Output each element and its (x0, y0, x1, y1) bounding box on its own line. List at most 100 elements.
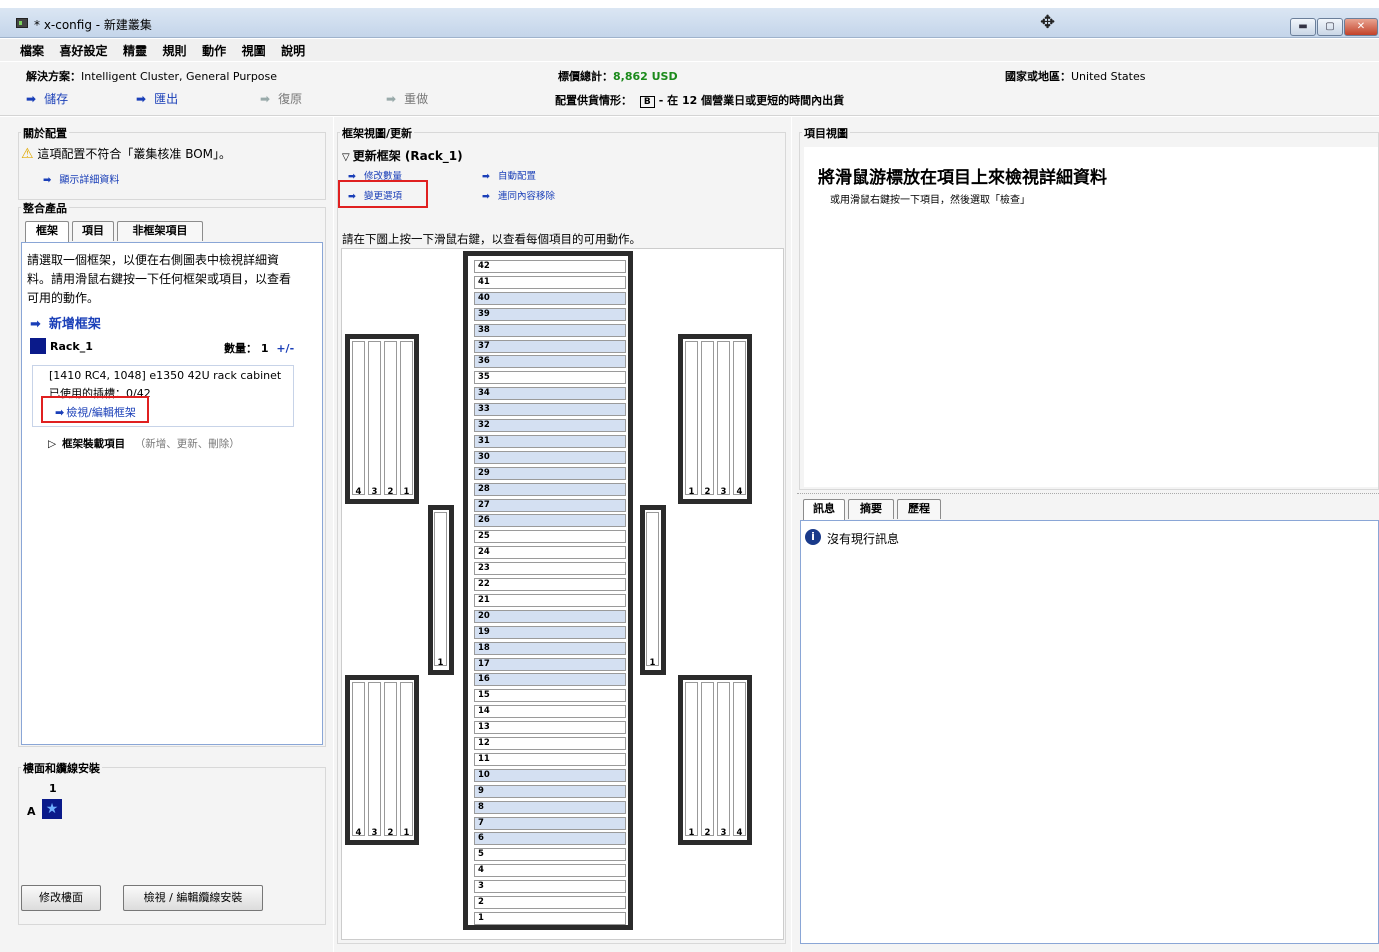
export-link[interactable]: ➡ 匯出 (136, 90, 178, 107)
pdu-label: 3 (720, 487, 727, 497)
rack-slot[interactable]: 8 (474, 800, 626, 814)
tab-non-rack-items[interactable]: 非框架項目 (117, 221, 203, 241)
rack-slot[interactable]: 20 (474, 609, 626, 623)
rack-quantity: 數量： 1 +/- (224, 340, 294, 356)
menu-wizard[interactable]: 精靈 (123, 42, 147, 59)
move-icon[interactable]: ✥ (1040, 12, 1055, 33)
rack-diagram[interactable]: 42 41 40 39 38 37 36 35 34 33 32 31 30 29 28 27 26 25 24 23… (341, 248, 784, 940)
side-pdu-left[interactable]: 1 (428, 505, 454, 675)
pdu-column (701, 682, 714, 836)
menu-help[interactable]: 說明 (281, 42, 305, 59)
rack-slot[interactable]: 32 (474, 419, 626, 432)
rack-slot[interactable]: 38 (474, 323, 626, 337)
menu-file[interactable]: 檔案 (20, 42, 44, 59)
menu-view[interactable]: 視圖 (242, 42, 266, 59)
maximize-button[interactable]: ▢ (1317, 18, 1343, 36)
menu-actions[interactable]: 動作 (202, 42, 226, 59)
pdu-column (733, 682, 746, 836)
rack-slot[interactable]: 30 (474, 450, 626, 464)
move-contents-link[interactable]: ➡ 連同內容移除 (482, 188, 555, 202)
show-details-link[interactable]: ➡ 顯示詳細資料 (43, 171, 119, 186)
rack-slot[interactable]: 3 (474, 880, 626, 894)
supply-label: 配置供貨情形： (555, 94, 632, 107)
rack-slot[interactable]: 15 (474, 689, 626, 703)
rack-slot[interactable]: 9 (474, 784, 626, 798)
rack-slot[interactable]: 25 (474, 530, 626, 544)
quantity-label: 數量： (224, 342, 257, 355)
rack-slot[interactable]: 42 (474, 260, 626, 273)
rack-slot[interactable]: 35 (474, 371, 626, 385)
rack-name[interactable]: Rack_1 (50, 340, 93, 353)
quantity-adjust-link[interactable]: +/- (276, 342, 294, 355)
rack-slot[interactable]: 41 (474, 275, 626, 289)
save-link[interactable]: ➡ 儲存 (26, 90, 68, 107)
rack-slot[interactable]: 18 (474, 641, 626, 655)
menu-rules[interactable]: 規則 (163, 42, 187, 59)
rack-slot[interactable]: 40 (474, 291, 626, 305)
floor-rack-star-icon[interactable]: ★ (42, 799, 62, 819)
pdu-column (384, 682, 397, 836)
rack-slot[interactable]: 2 (474, 896, 626, 909)
redo-link[interactable]: ➡ 重做 (386, 90, 428, 107)
rack-slot[interactable]: 21 (474, 593, 626, 607)
rack-slot[interactable]: 26 (474, 514, 626, 528)
rack-slot[interactable]: 34 (474, 387, 626, 401)
tab-summary[interactable]: 摘要 (848, 499, 894, 519)
rack-slot[interactable]: 27 (474, 498, 626, 512)
rack-slot[interactable]: 16 (474, 673, 626, 687)
minimize-button[interactable]: ▬ (1290, 18, 1316, 36)
rack-slot[interactable]: 6 (474, 832, 626, 846)
view-edit-cabling-button[interactable]: 檢視 / 編輯纜線安裝 (123, 885, 263, 911)
rack-slot[interactable]: 33 (474, 403, 626, 417)
rack-slot[interactable]: 12 (474, 737, 626, 750)
rack-slot[interactable]: 10 (474, 768, 626, 782)
rack-slot[interactable]: 31 (474, 434, 626, 448)
pdu-column (352, 341, 365, 495)
rack-slot[interactable]: 22 (474, 578, 626, 591)
rack-slot[interactable]: 37 (474, 339, 626, 353)
item-view-title: 項目視圖 (802, 125, 850, 141)
add-rack-link[interactable]: ➡ 新增框架 (30, 313, 101, 332)
rack-slot[interactable]: 7 (474, 816, 626, 830)
rack-slot[interactable]: 14 (474, 705, 626, 719)
rack-slot[interactable]: 29 (474, 466, 626, 480)
auto-config-link[interactable]: ➡ 自動配置 (482, 168, 536, 182)
pdu-column (368, 341, 381, 495)
tab-messages[interactable]: 訊息 (803, 499, 845, 520)
pdu-right-bottom[interactable]: 1234 (678, 675, 752, 845)
rack-slot[interactable]: 19 (474, 625, 626, 639)
rack-instructions: 請選取一個框架，以便在右側圖表中檢視詳細資 料。請用滑鼠右鍵按一下任何框架或項目… (27, 251, 291, 308)
tab-history[interactable]: 歷程 (897, 499, 941, 519)
rack-slot[interactable]: 1 (474, 911, 626, 925)
rack-slot[interactable]: 4 (474, 864, 626, 878)
rack-items-row[interactable]: ▷ 框架裝載項目 （新增、更新、刪除） (48, 436, 240, 451)
splitter[interactable] (797, 493, 1379, 494)
rack-slot[interactable]: 5 (474, 848, 626, 862)
pdu-right-top[interactable]: 1234 (678, 334, 752, 504)
side-pdu-right[interactable]: 1 (640, 505, 666, 675)
menu-preferences[interactable]: 喜好設定 (60, 42, 108, 59)
pdu-left-top[interactable]: 4321 (345, 334, 419, 504)
solution-value: Intelligent Cluster, General Purpose (81, 70, 278, 83)
rack-frame[interactable]: 42 41 40 39 38 37 36 35 34 33 32 31 30 29 28 27 26 25 24 23… (463, 251, 633, 930)
rack-slot[interactable]: 23 (474, 562, 626, 576)
rack-slot[interactable]: 39 (474, 307, 626, 321)
pdu-label: 4 (355, 828, 362, 838)
rack-slot[interactable]: 13 (474, 721, 626, 735)
rack-slot[interactable]: 28 (474, 482, 626, 496)
tab-items[interactable]: 項目 (72, 221, 114, 241)
rack-slot[interactable]: 17 (474, 657, 626, 671)
undo-link[interactable]: ➡ 復原 (260, 90, 302, 107)
update-rack-header[interactable]: ▽ 更新框架 (Rack_1) (342, 147, 463, 164)
rack-slot[interactable]: 36 (474, 355, 626, 369)
app-icon (16, 18, 28, 28)
close-button[interactable]: ✕ (1344, 18, 1378, 36)
supply-badge: B (639, 96, 655, 108)
modify-floor-button[interactable]: 修改樓面 (21, 885, 101, 911)
rack-slot[interactable]: 24 (474, 546, 626, 560)
add-rack-label: 新增框架 (48, 317, 101, 332)
rack-tab-content: 請選取一個框架，以便在右側圖表中檢視詳細資 料。請用滑鼠右鍵按一下任何框架或項目… (21, 242, 323, 745)
rack-slot[interactable]: 11 (474, 752, 626, 766)
pdu-left-bottom[interactable]: 4321 (345, 675, 419, 845)
tab-rack[interactable]: 框架 (25, 221, 69, 242)
